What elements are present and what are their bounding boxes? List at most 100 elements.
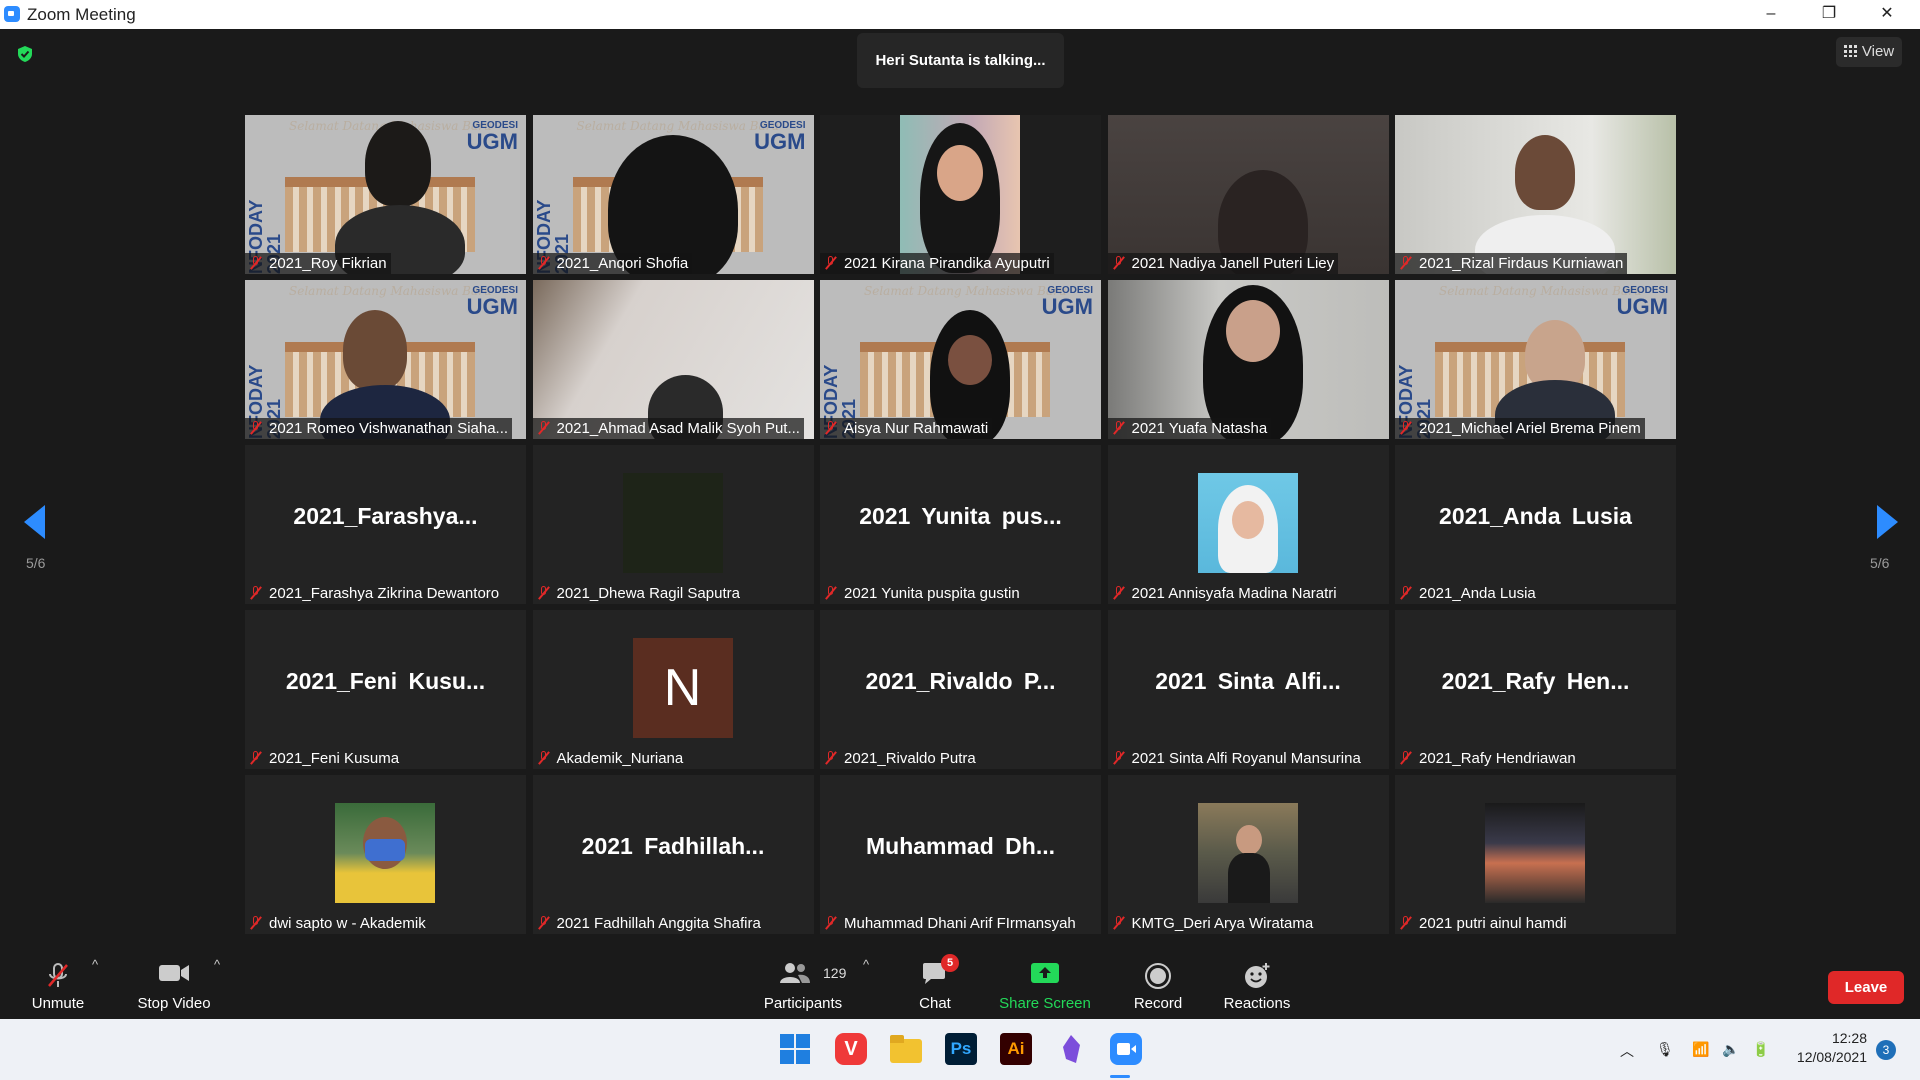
participants-button[interactable]: 129 Participants xyxy=(757,945,849,1019)
participants-count: 129 xyxy=(823,965,847,981)
virtual-background-text: Selamat Datang Mahasiswa Baru xyxy=(1439,284,1642,298)
participant-tile[interactable]: 2021_Anda Lusia 2021_Anda Lusia xyxy=(1395,445,1676,604)
wifi-icon[interactable]: 📶 xyxy=(1692,1041,1709,1058)
ugm-logo: GEODESI UGM xyxy=(466,285,518,319)
participant-tile[interactable]: 2021_Farashya... 2021_Farashya Zikrina D… xyxy=(245,445,526,604)
close-button[interactable]: ✕ xyxy=(1858,0,1916,29)
participant-tile[interactable]: 2021_Ahmad Asad Malik Syoh Put... xyxy=(532,280,814,439)
chat-button[interactable]: 5 Chat xyxy=(905,945,965,1019)
reactions-button[interactable]: Reactions xyxy=(1217,945,1297,1019)
participant-tile[interactable]: Selamat Datang Mahasiswa Baru NFODAY 202… xyxy=(1395,280,1676,439)
participant-tile[interactable]: 2021 Yuafa Natasha xyxy=(1107,280,1389,439)
participant-tile[interactable]: Selamat Datang Mahasiswa Baru NFODAY 202… xyxy=(820,280,1101,439)
gallery-grid: Selamat Datang Mahasiswa Baru NFODAY 202… xyxy=(245,115,1676,934)
muted-mic-icon xyxy=(824,256,838,270)
participant-tile[interactable]: 2021 Nadiya Janell Puteri Liey xyxy=(1107,115,1389,274)
participant-tile[interactable]: dwi sapto w - Akademik xyxy=(245,775,526,934)
muted-microphone-icon xyxy=(48,963,68,987)
battery-icon[interactable]: 🔋 xyxy=(1752,1041,1769,1058)
zoom-taskbar-icon[interactable] xyxy=(1110,1033,1142,1065)
ugm-logo: GEODESI UGM xyxy=(466,120,518,154)
minimize-button[interactable]: – xyxy=(1742,0,1800,29)
title-bar: Zoom Meeting – ❐ ✕ xyxy=(0,0,1920,29)
participant-tile[interactable]: 2021 Annisyafa Madina Naratri xyxy=(1107,445,1389,604)
participant-face xyxy=(1225,300,1280,362)
encryption-shield-icon[interactable] xyxy=(16,45,34,63)
participants-options-caret-icon[interactable]: ^ xyxy=(863,957,869,972)
muted-mic-icon xyxy=(1399,916,1413,930)
virtual-background-text: Selamat Datang Mahasiswa Baru xyxy=(864,284,1067,298)
active-app-indicator xyxy=(1110,1075,1130,1078)
obsidian-icon[interactable] xyxy=(1055,1033,1087,1065)
muted-mic-icon xyxy=(537,916,551,930)
participant-display-name: 2021 Fadhillah... xyxy=(581,833,765,859)
participant-tile[interactable]: 2021 Sinta Alfi... 2021 Sinta Alfi Royan… xyxy=(1107,610,1389,769)
participant-face xyxy=(937,145,983,201)
participant-name-label: dwi sapto w - Akademik xyxy=(245,913,430,934)
participant-tile[interactable]: Selamat Datang Mahasiswa Baru NFODAY 202… xyxy=(245,115,526,274)
participant-tile[interactable]: Muhammad Dh... Muhammad Dhani Arif FIrma… xyxy=(820,775,1101,934)
participant-tile[interactable]: 2021 putri ainul hamdi xyxy=(1395,775,1676,934)
meeting-toolbar: Unmute ^ Stop Video ^ 129 Participants ^… xyxy=(0,945,1920,1019)
participant-display-name: 2021_Rivaldo P... xyxy=(865,668,1056,694)
previous-page-arrow-icon[interactable] xyxy=(24,505,45,539)
ugm-logo: GEODESI UGM xyxy=(1041,285,1093,319)
muted-mic-icon xyxy=(824,421,838,435)
muted-mic-icon xyxy=(537,751,551,765)
window-title: Zoom Meeting xyxy=(27,5,136,24)
vivaldi-browser-icon[interactable]: V xyxy=(835,1033,867,1065)
participant-tile[interactable]: N Akademik_Nuriana xyxy=(532,610,814,769)
file-explorer-icon[interactable] xyxy=(890,1033,922,1065)
video-options-caret-icon[interactable]: ^ xyxy=(214,957,220,972)
next-page-arrow-icon[interactable] xyxy=(1877,505,1898,539)
participant-tile[interactable]: Selamat Datang Mahasiswa Baru NFODAY 202… xyxy=(532,115,814,274)
photoshop-icon[interactable]: Ps xyxy=(945,1033,977,1065)
participant-tile[interactable]: 2021 Fadhillah... 2021 Fadhillah Anggita… xyxy=(532,775,814,934)
audio-options-caret-icon[interactable]: ^ xyxy=(92,957,98,972)
participant-name-label: 2021_Rizal Firdaus Kurniawan xyxy=(1395,253,1628,274)
profile-picture xyxy=(335,803,435,903)
chat-label: Chat xyxy=(919,995,951,1012)
windows-start-icon[interactable] xyxy=(779,1033,811,1065)
participant-tile[interactable]: 2021_Feni Kusu... 2021_Feni Kusuma xyxy=(245,610,526,769)
participant-tile[interactable]: 2021 Kirana Pirandika Ayuputri xyxy=(820,115,1101,274)
view-button-label: View xyxy=(1861,43,1895,60)
unmute-button[interactable]: Unmute xyxy=(20,945,96,1019)
restore-button[interactable]: ❐ xyxy=(1800,0,1858,29)
participant-name-label: 2021 Annisyafa Madina Naratri xyxy=(1108,583,1341,604)
participant-name-label: 2021 Fadhillah Anggita Shafira xyxy=(533,913,765,934)
microphone-tray-icon[interactable]: 🎙 xyxy=(1656,1041,1674,1058)
notification-count-badge[interactable]: 3 xyxy=(1876,1040,1896,1060)
participant-name-label: 2021 Yuafa Natasha xyxy=(1107,418,1272,439)
ugm-logo: GEODESI UGM xyxy=(1616,285,1668,319)
record-button[interactable]: Record xyxy=(1125,945,1191,1019)
share-screen-label: Share Screen xyxy=(999,995,1091,1012)
participant-tile[interactable]: Selamat Datang Mahasiswa Baru NFODAY 202… xyxy=(245,280,526,439)
grid-view-icon xyxy=(1843,45,1857,57)
show-hidden-icons-chevron-icon[interactable]: ︿ xyxy=(1620,1041,1634,1061)
stop-video-button[interactable]: Stop Video xyxy=(131,945,217,1019)
participant-tile[interactable]: 2021_Rafy Hen... 2021_Rafy Hendriawan xyxy=(1395,610,1676,769)
participant-tile[interactable]: 2021_Dhewa Ragil Saputra xyxy=(532,445,814,604)
participant-tile[interactable]: 2021_Rizal Firdaus Kurniawan xyxy=(1395,115,1676,274)
view-button[interactable]: View xyxy=(1836,37,1902,67)
volume-icon[interactable]: 🔈 xyxy=(1722,1041,1739,1058)
muted-mic-icon xyxy=(824,586,838,600)
share-screen-button[interactable]: Share Screen xyxy=(995,945,1095,1019)
participants-icon xyxy=(780,963,810,983)
muted-mic-icon xyxy=(824,751,838,765)
chat-unread-badge: 5 xyxy=(941,954,959,972)
participant-tile[interactable]: 2021_Rivaldo P... 2021_Rivaldo Putra xyxy=(820,610,1101,769)
illustrator-icon[interactable]: Ai xyxy=(1000,1033,1032,1065)
leave-meeting-button[interactable]: Leave xyxy=(1828,971,1904,1004)
participant-tile[interactable]: 2021 Yunita pus... 2021 Yunita puspita g… xyxy=(820,445,1101,604)
muted-mic-icon xyxy=(1112,256,1126,270)
participant-tile[interactable]: KMTG_Deri Arya Wiratama xyxy=(1107,775,1389,934)
page-indicator-right: 5/6 xyxy=(1870,555,1890,571)
virtual-background-text: Selamat Datang Mahasiswa Baru xyxy=(576,119,780,133)
avatar-initial: N xyxy=(632,638,733,738)
participant-name-label: Aisya Nur Rahmawati xyxy=(820,418,993,439)
system-clock[interactable]: 12:28 12/08/2021 xyxy=(1791,1029,1867,1067)
participant-name-label: 2021_Michael Ariel Brema Pinem xyxy=(1395,418,1645,439)
muted-mic-icon xyxy=(537,586,551,600)
